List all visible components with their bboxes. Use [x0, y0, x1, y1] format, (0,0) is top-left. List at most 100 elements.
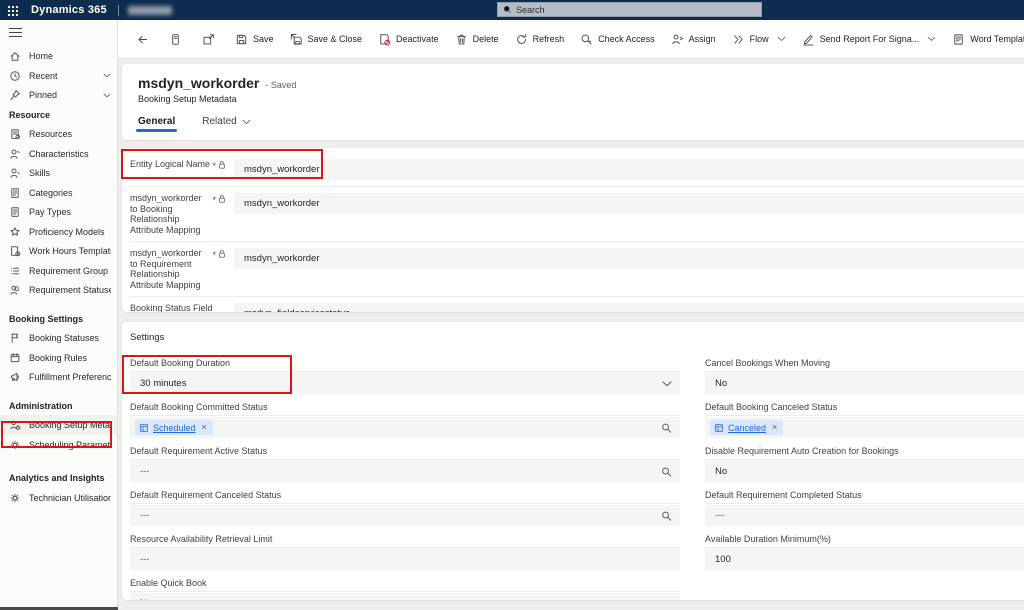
- field-label: Enable Quick Book: [130, 578, 680, 592]
- chevron-down-icon: [242, 119, 251, 125]
- field-requirement-relationship-mapping: msdyn_workorder to Requirement Relations…: [130, 242, 1024, 297]
- lookup-search-icon[interactable]: [661, 466, 672, 477]
- sidebar-item-home[interactable]: Home: [0, 46, 117, 66]
- enable-quick-book-select[interactable]: No: [130, 593, 680, 600]
- field-label: Default Booking Canceled Status: [705, 402, 1024, 416]
- sidebar-item-resources[interactable]: Resources: [0, 124, 117, 144]
- assign-button[interactable]: Assign: [663, 26, 724, 52]
- form-tabs: General Related: [138, 116, 251, 132]
- required-asterisk: *: [212, 162, 216, 171]
- record-entity-type: Booking Setup Metadata: [122, 91, 1024, 104]
- field-booking-relationship-mapping: msdyn_workorder to Booking Relationship …: [130, 187, 1024, 242]
- environment-name-redacted[interactable]: [128, 6, 172, 15]
- chevron-down-icon: [103, 73, 111, 78]
- sidebar-item-requirement-statuses[interactable]: Requirement Statuses: [0, 280, 117, 300]
- sidebar-item-pinned[interactable]: Pinned: [0, 85, 117, 105]
- save-status-badge: - Saved: [265, 80, 296, 90]
- flow-button[interactable]: Flow: [724, 26, 794, 52]
- site-map-sidebar: Home Recent Pinned Resource Resources Ch…: [0, 20, 118, 610]
- refresh-button[interactable]: Refresh: [507, 26, 573, 52]
- word-templates-icon: [952, 33, 965, 46]
- field-label: msdyn_workorder to Requirement Relations…: [130, 248, 212, 290]
- delete-button[interactable]: Delete: [447, 26, 507, 52]
- refresh-icon: [515, 33, 528, 46]
- sidebar-item-proficiency-models[interactable]: Proficiency Models: [0, 222, 117, 242]
- sidebar-item-technician-utilisation[interactable]: Technician Utilisation...: [0, 488, 117, 508]
- record-navigation-button[interactable]: [161, 26, 190, 52]
- requirement-group-icon: [9, 265, 21, 277]
- default-requirement-completed-status-lookup[interactable]: ---: [705, 505, 1024, 526]
- booking-status-icon: [139, 423, 149, 433]
- hamburger-menu-icon[interactable]: [9, 28, 22, 37]
- tab-related[interactable]: Related: [202, 116, 250, 132]
- default-requirement-active-status-lookup[interactable]: ---: [130, 461, 680, 482]
- field-label: Booking Status Field Logical Name: [130, 303, 226, 312]
- lock-icon: [218, 194, 226, 207]
- flag-icon: [9, 332, 21, 344]
- entity-logical-name-input[interactable]: msdyn_workorder: [234, 159, 1024, 180]
- record-title: msdyn_workorder: [138, 75, 259, 91]
- booking-status-logical-name-input[interactable]: msdyn_fieldservicestatus: [234, 303, 1024, 312]
- required-asterisk: *: [212, 251, 216, 260]
- characteristics-icon: [9, 148, 21, 160]
- disable-requirement-auto-creation-select[interactable]: No: [705, 461, 1024, 482]
- requirement-relationship-mapping-input[interactable]: msdyn_workorder: [234, 248, 1024, 269]
- default-booking-duration-select[interactable]: 30 minutes: [130, 373, 680, 394]
- app-title[interactable]: Dynamics 365: [31, 4, 107, 16]
- tab-general[interactable]: General: [138, 116, 175, 132]
- sidebar-item-characteristics[interactable]: Characteristics: [0, 144, 117, 164]
- open-in-new-window-button[interactable]: [194, 26, 223, 52]
- booking-relationship-mapping-input[interactable]: msdyn_workorder: [234, 193, 1024, 214]
- booking-status-icon: [714, 423, 724, 433]
- star-icon: [9, 226, 21, 238]
- field-available-duration-minimum: Available Duration Minimum(%) 100: [705, 534, 1024, 570]
- word-templates-button[interactable]: Word Templates: [944, 26, 1024, 52]
- sidebar-item-skills[interactable]: Skills: [0, 163, 117, 183]
- lock-icon: [218, 249, 226, 262]
- lookup-pill-canceled[interactable]: Canceled ×: [710, 420, 783, 435]
- sidebar-item-booking-setup-metadata[interactable]: Booking Setup Meta...: [0, 415, 117, 435]
- chevron-down-icon: [103, 93, 111, 98]
- deactivate-icon: [378, 33, 391, 46]
- cancel-bookings-when-moving-select[interactable]: No: [705, 373, 1024, 394]
- search-input[interactable]: [516, 5, 716, 15]
- sidebar-item-booking-statuses[interactable]: Booking Statuses: [0, 328, 117, 348]
- default-booking-canceled-status-lookup[interactable]: Canceled ×: [705, 417, 1024, 438]
- save-and-close-button[interactable]: Save & Close: [282, 26, 371, 52]
- sidebar-item-scheduling-parameters[interactable]: Scheduling Parameters: [0, 435, 117, 455]
- global-search-box[interactable]: [497, 2, 762, 17]
- back-button[interactable]: [128, 26, 157, 52]
- lookup-record-link[interactable]: Scheduled: [153, 423, 196, 433]
- default-booking-committed-status-lookup[interactable]: Scheduled ×: [130, 417, 680, 438]
- deactivate-button[interactable]: Deactivate: [370, 26, 447, 52]
- resource-availability-retrieval-limit-input[interactable]: ---: [130, 549, 680, 570]
- record-header-card: msdyn_workorder - Saved Booking Setup Me…: [122, 64, 1024, 140]
- remove-value-icon[interactable]: ×: [202, 423, 207, 432]
- clock-icon: [9, 70, 21, 82]
- sidebar-item-pay-types[interactable]: Pay Types: [0, 202, 117, 222]
- sidebar-item-requirement-group[interactable]: Requirement Group ...: [0, 261, 117, 281]
- lookup-record-link[interactable]: Canceled: [728, 423, 766, 433]
- field-label: Default Requirement Canceled Status: [130, 490, 680, 504]
- default-requirement-canceled-status-lookup[interactable]: ---: [130, 505, 680, 526]
- assign-icon: [671, 33, 684, 46]
- categories-icon: [9, 187, 21, 199]
- sidebar-item-fulfillment-preferences[interactable]: Fulfillment Preferences: [0, 367, 117, 387]
- lookup-search-icon[interactable]: [661, 510, 672, 521]
- save-button[interactable]: Save: [227, 26, 282, 52]
- chevron-down-icon[interactable]: [662, 381, 672, 387]
- sidebar-section-analytics: Analytics and Insights: [0, 468, 117, 488]
- lookup-search-icon[interactable]: [661, 422, 672, 433]
- send-report-button[interactable]: Send Report For Signa...: [794, 26, 945, 52]
- field-booking-status-logical-name: Booking Status Field Logical Name msdyn_…: [130, 297, 1024, 312]
- remove-value-icon[interactable]: ×: [772, 423, 777, 432]
- sidebar-item-work-hours-templates[interactable]: Work Hours Templates: [0, 241, 117, 261]
- lookup-pill-scheduled[interactable]: Scheduled ×: [135, 420, 213, 435]
- field-enable-quick-book: Enable Quick Book No: [130, 578, 680, 600]
- available-duration-minimum-input[interactable]: 100: [705, 549, 1024, 570]
- sidebar-item-recent[interactable]: Recent: [0, 66, 117, 86]
- sidebar-item-booking-rules[interactable]: Booking Rules: [0, 348, 117, 368]
- check-access-button[interactable]: Check Access: [572, 26, 663, 52]
- sidebar-item-categories[interactable]: Categories: [0, 183, 117, 203]
- waffle-menu-icon[interactable]: [7, 5, 18, 16]
